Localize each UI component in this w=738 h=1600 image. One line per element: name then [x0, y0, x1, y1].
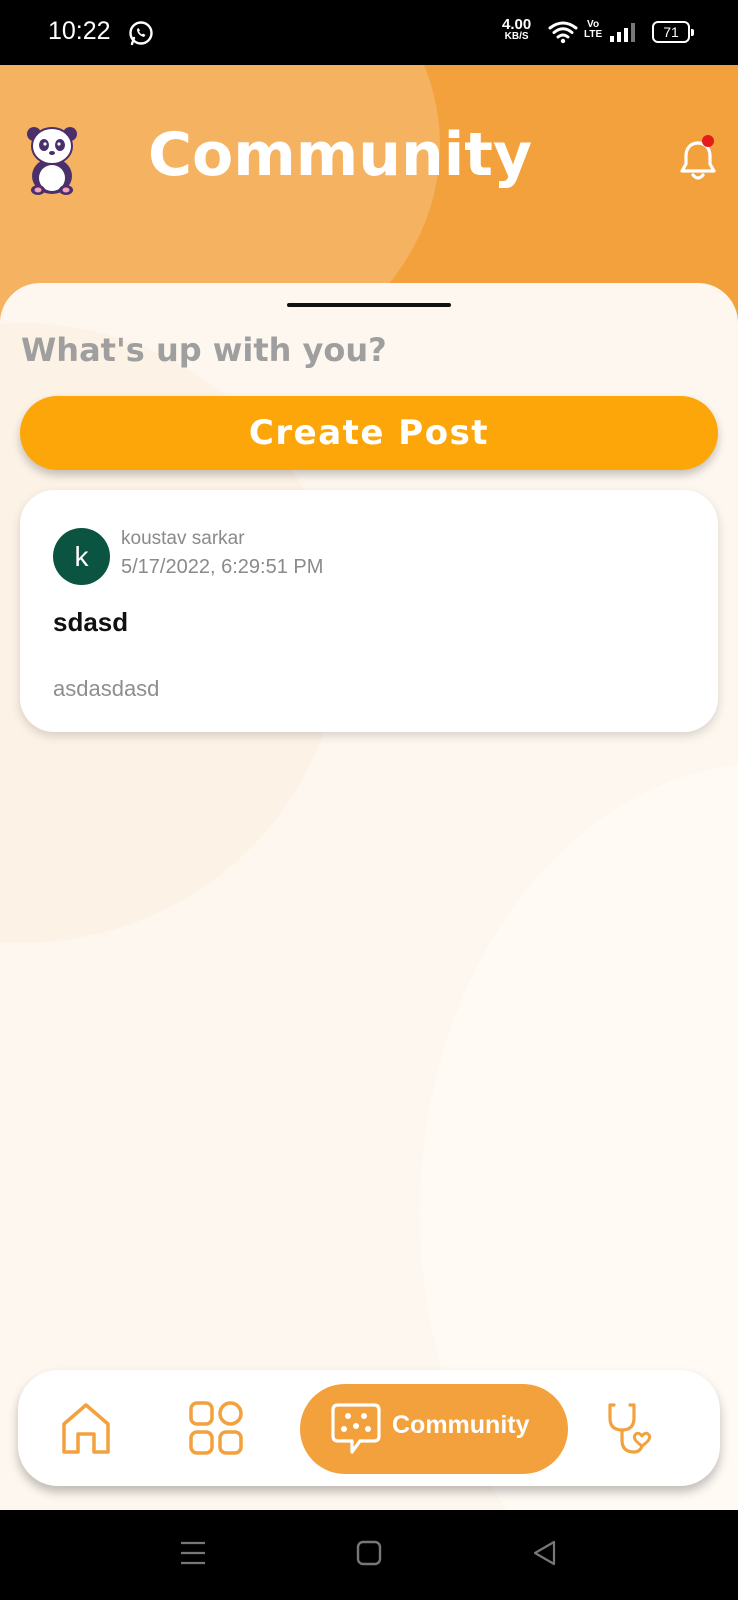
post-author[interactable]: koustav sarkar [121, 528, 245, 550]
volte-indicator: Vo LTE [584, 20, 602, 40]
whatsapp-notification-icon [129, 21, 153, 46]
battery-indicator: 71 [652, 21, 694, 43]
page-title: Community [148, 120, 533, 190]
notification-bell-icon[interactable] [676, 137, 720, 185]
notification-dot [702, 135, 714, 147]
post-title: sdasd [53, 607, 129, 637]
post-timestamp: 5/17/2022, 6:29:51 PM [121, 556, 324, 578]
recent-apps-icon[interactable] [180, 1540, 206, 1566]
stethoscope-icon[interactable] [604, 1400, 656, 1456]
home-icon[interactable] [58, 1400, 114, 1456]
sheet-drag-handle[interactable] [287, 303, 451, 307]
content-sheet: What's up with you? Create Post k kousta… [0, 283, 738, 1510]
post-prompt: What's up with you? [21, 331, 387, 369]
network-speed-unit: KB/S [504, 31, 529, 42]
system-navigation-bar [0, 1510, 738, 1600]
network-speed: 4.00 KB/S [502, 17, 531, 42]
signal-strength-icon [610, 23, 635, 42]
app-screen: Community What's up with you? Create Pos… [0, 65, 738, 1510]
nav-community-label: Community [392, 1411, 530, 1439]
avatar[interactable]: k [53, 528, 110, 585]
panda-mascot-icon [27, 127, 77, 195]
network-speed-value: 4.00 [502, 16, 532, 33]
apps-grid-icon[interactable] [188, 1400, 244, 1456]
post-body: asdasdasd [53, 676, 160, 701]
wifi-icon [548, 21, 578, 44]
home-square-icon[interactable] [356, 1540, 382, 1566]
community-chat-icon [331, 1403, 381, 1454]
status-bar: 10:22 4.00 KB/S Vo LTE 71 [0, 0, 738, 65]
volte-bottom: LTE [584, 29, 603, 40]
back-triangle-icon[interactable] [532, 1540, 558, 1566]
post-card[interactable]: k koustav sarkar 5/17/2022, 6:29:51 PM s… [20, 490, 718, 732]
create-post-button[interactable]: Create Post [20, 396, 718, 470]
nav-community-active[interactable]: Community [300, 1384, 568, 1474]
bottom-navigation: Community [18, 1370, 720, 1486]
status-time: 10:22 [48, 17, 111, 45]
